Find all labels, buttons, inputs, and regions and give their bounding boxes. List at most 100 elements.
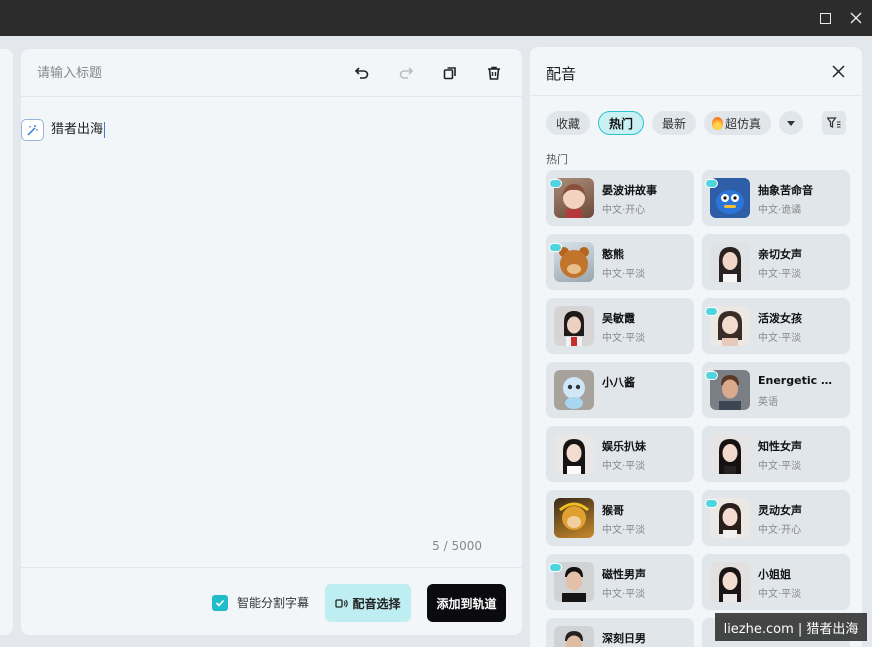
caret-down-icon — [787, 120, 796, 126]
voice-card[interactable]: 猴哥 中文·平淡 — [546, 490, 694, 546]
ai-rewrite-button[interactable] — [21, 119, 44, 141]
avatar — [710, 242, 750, 282]
close-icon — [850, 12, 862, 24]
premium-badge-icon — [549, 243, 562, 252]
voice-name: 深刻日男 — [602, 632, 646, 645]
voice-card[interactable]: 灵动女声 中文·开心 — [702, 490, 850, 546]
maximize-button[interactable] — [809, 0, 841, 36]
script-content[interactable]: 猎者出海 — [51, 122, 106, 138]
voice-card[interactable]: 活泼女孩 中文·平淡 — [702, 298, 850, 354]
voice-panel-close-button[interactable] — [828, 61, 848, 81]
voice-card[interactable]: 抽象苦命音 中文·诡谲 — [702, 170, 850, 226]
voice-card[interactable]: 亲切女声 中文·平淡 — [702, 234, 850, 290]
premium-badge-icon — [705, 499, 718, 508]
voice-name: 小八酱 — [602, 376, 635, 389]
content-line: 猎者出海 — [21, 119, 106, 141]
voice-card[interactable]: 小姐姐 中文·平淡 — [702, 554, 850, 610]
divider — [530, 95, 862, 96]
premium-badge-icon — [549, 563, 562, 572]
smart-subtitle-label: 智能分割字幕 — [237, 596, 310, 610]
voice-select-button[interactable]: 配音选择 — [325, 584, 411, 622]
voice-card[interactable]: 吴敏霞 中文·平淡 — [546, 298, 694, 354]
avatar — [554, 498, 594, 538]
woman-avatar — [719, 567, 741, 602]
voice-desc: 中文·平淡 — [602, 525, 646, 536]
voice-card[interactable]: 小八酱 — [546, 362, 694, 418]
filter-hot[interactable]: 热门 — [598, 111, 645, 135]
title-input[interactable] — [37, 61, 337, 85]
copy-icon — [443, 67, 456, 80]
voice-card[interactable]: 知性女声 中文·平淡 — [702, 426, 850, 482]
char-count: 5 / 5000 — [432, 539, 482, 553]
monkey-king-avatar — [559, 502, 589, 530]
section-label-hot: 热门 — [546, 153, 568, 166]
filter-icon — [827, 117, 841, 128]
voice-name: 磁性男声 — [602, 568, 646, 581]
voice-name: 知性女声 — [758, 440, 802, 453]
voice-panel: 配音 收藏 热门 最新 超仿真 热门 晏波讲故事 中文·开心 抽象苦命音 中文·… — [530, 47, 862, 647]
flame-icon — [712, 116, 724, 130]
woman-avatar — [564, 311, 584, 346]
voice-name: 晏波讲故事 — [602, 184, 657, 197]
voice-card[interactable]: Energetic M... 英语 — [702, 362, 850, 418]
voice-card[interactable]: 憨熊 中文·平淡 — [546, 234, 694, 290]
voice-desc: 中文·平淡 — [758, 589, 802, 600]
voice-card[interactable]: 磁性男声 中文·平淡 — [546, 554, 694, 610]
editor-footer: 智能分割字幕 配音选择 添加到轨道 — [21, 567, 522, 635]
close-icon — [831, 64, 845, 78]
voice-card[interactable]: 深刻日男 — [546, 618, 694, 647]
voice-card[interactable]: 娱乐扒妹 中文·平淡 — [546, 426, 694, 482]
premium-badge-icon — [705, 371, 718, 380]
woman-avatar — [719, 439, 741, 474]
maximize-icon — [819, 12, 831, 24]
voice-desc: 中文·平淡 — [602, 461, 646, 472]
woman-avatar — [719, 247, 741, 282]
more-filters-dropdown[interactable] — [779, 111, 804, 135]
voice-desc: 中文·开心 — [758, 525, 802, 536]
add-to-track-label: 添加到轨道 — [436, 596, 497, 611]
editor-header — [21, 49, 522, 97]
filter-ultra-realistic[interactable]: 超仿真 — [704, 111, 772, 135]
voice-desc: 中文·诡谲 — [758, 205, 802, 216]
voice-desc: 中文·平淡 — [758, 269, 802, 280]
voice-desc: 中文·平淡 — [758, 461, 802, 472]
filter-ultra-realistic-label: 超仿真 — [725, 116, 762, 131]
avatar — [554, 306, 594, 346]
filter-latest[interactable]: 最新 — [652, 111, 697, 135]
undo-button[interactable] — [352, 63, 372, 83]
add-to-track-button[interactable]: 添加到轨道 — [427, 584, 506, 622]
voice-panel-title: 配音 — [546, 65, 577, 83]
filter-chips: 收藏 热门 最新 超仿真 — [546, 111, 811, 135]
close-window-button[interactable] — [840, 0, 872, 36]
voice-name: 小姐姐 — [758, 568, 791, 581]
smart-subtitle-checkbox[interactable] — [212, 595, 228, 611]
check-icon — [215, 599, 225, 607]
trash-icon — [488, 66, 500, 80]
voice-icon — [335, 598, 349, 608]
voice-desc: 中文·平淡 — [602, 589, 646, 600]
voice-name: 灵动女声 — [758, 504, 802, 517]
avatar — [554, 370, 594, 410]
voice-name: 憨熊 — [602, 248, 624, 261]
redo-button[interactable] — [396, 63, 416, 83]
voice-desc: 中文·开心 — [602, 205, 646, 216]
voice-name: 吴敏霞 — [602, 312, 635, 325]
avatar — [710, 562, 750, 602]
delete-button[interactable] — [484, 63, 504, 83]
sort-filter-button[interactable] — [822, 111, 846, 135]
filter-favorites[interactable]: 收藏 — [546, 111, 591, 135]
premium-badge-icon — [705, 179, 718, 188]
redo-icon — [399, 67, 414, 79]
voice-desc: 中文·平淡 — [602, 269, 646, 280]
voice-card[interactable]: 晏波讲故事 中文·开心 — [546, 170, 694, 226]
avatar — [554, 434, 594, 474]
robot-avatar — [563, 377, 585, 409]
copy-button[interactable] — [440, 63, 460, 83]
premium-badge-icon — [549, 179, 562, 188]
voice-name: 亲切女声 — [758, 248, 802, 261]
voice-desc: 中文·平淡 — [758, 333, 802, 344]
left-panel-edge — [0, 49, 13, 635]
avatar — [554, 626, 594, 647]
premium-badge-icon — [705, 307, 718, 316]
voice-desc: 中文·平淡 — [602, 333, 646, 344]
